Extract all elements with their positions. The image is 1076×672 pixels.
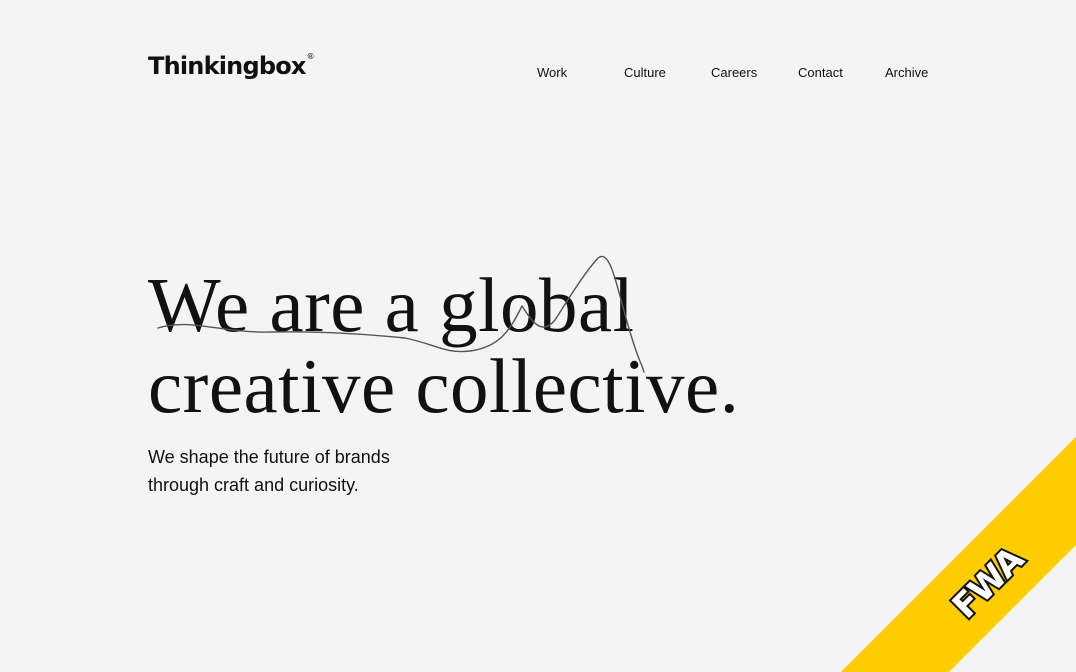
nav-item-culture[interactable]: Culture (624, 65, 666, 81)
hero-headline-line-2: creative collective. (148, 343, 740, 429)
nav-item-careers[interactable]: Careers (711, 65, 757, 81)
hero-subtext-line-1: We shape the future of brands (148, 447, 390, 467)
main-nav: Work Culture Careers Contact Archive (0, 65, 1076, 85)
fwa-ribbon-band (841, 437, 1076, 672)
hero-headline-line-1: We are a global (148, 262, 635, 348)
fwa-logo-icon: FWA (945, 539, 1033, 627)
hero-subtext: We shape the future of brands through cr… (148, 443, 468, 499)
nav-item-contact[interactable]: Contact (798, 65, 843, 81)
hero-subtext-line-2: through craft and curiosity. (148, 475, 359, 495)
registered-mark: ® (306, 52, 315, 61)
nav-item-archive[interactable]: Archive (885, 65, 928, 81)
nav-item-work[interactable]: Work (537, 65, 567, 81)
hero-headline: We are a global creative collective. (148, 265, 739, 427)
